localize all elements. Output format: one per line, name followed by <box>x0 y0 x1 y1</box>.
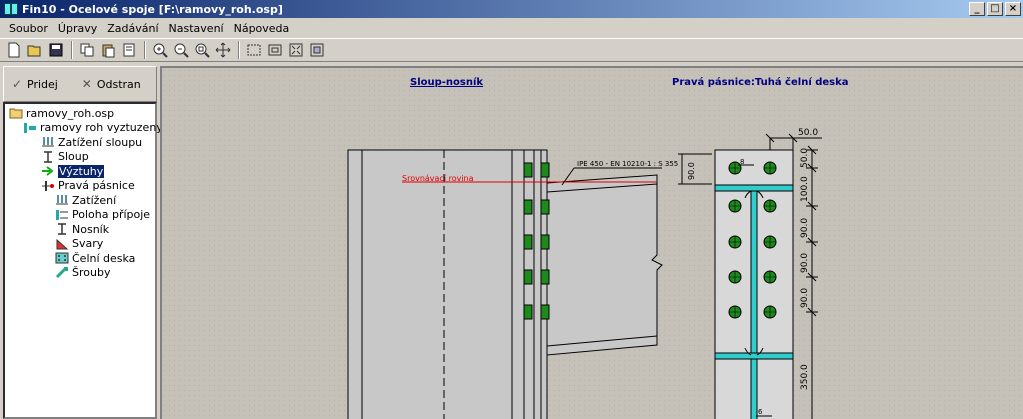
tree-item-right-flange[interactable]: Pravá pásnice <box>9 179 155 194</box>
svg-text:90.0: 90.0 <box>800 253 810 273</box>
minimize-button[interactable]: _ <box>969 2 985 16</box>
tree-item-label: Výztuhy <box>58 164 105 178</box>
zoom-window-icon[interactable] <box>192 40 212 60</box>
tree-node-root[interactable]: ramovy_roh.osp <box>9 106 155 121</box>
menu-nastaveni[interactable]: Nastavení <box>164 22 229 35</box>
title-bar: Fin10 - Ocelové spoje [F:\ramovy_roh.osp… <box>0 0 1023 18</box>
column-icon <box>41 151 55 163</box>
tree-item-bolts[interactable]: Šrouby <box>9 266 155 281</box>
svg-text:350.0: 350.0 <box>800 364 810 390</box>
svg-text:90.0: 90.0 <box>800 288 810 308</box>
menu-napoveda[interactable]: Nápoveda <box>229 22 295 35</box>
properties-icon[interactable] <box>119 40 139 60</box>
left-panel: ✓ Pridej ✕ Odstran ramovy_roh.osp ramovy… <box>3 66 163 419</box>
menu-upravy[interactable]: Úpravy <box>53 22 102 35</box>
paste-icon[interactable] <box>98 40 118 60</box>
svg-text:100.0: 100.0 <box>800 176 810 202</box>
tree-item-label: Poloha přípoje <box>72 208 151 222</box>
load-icon <box>55 194 69 206</box>
menu-bar: Soubor Úpravy Zadávání Nastavení Nápoved… <box>0 19 1023 37</box>
svg-text:50.0: 50.0 <box>800 148 810 168</box>
add-button[interactable]: ✓ Pridej <box>4 72 64 96</box>
heading-column-beam[interactable]: Sloup-nosník <box>410 76 483 88</box>
app-icon <box>4 3 18 15</box>
tree-item-column[interactable]: Sloup <box>9 150 155 165</box>
cross-icon: ✕ <box>81 77 92 91</box>
beam-elevation <box>546 174 663 356</box>
zoom-out-icon[interactable] <box>171 40 191 60</box>
tree-item-label: Svary <box>72 237 104 251</box>
tree-item-position[interactable]: Poloha přípoje <box>9 208 155 223</box>
zoom-extents-icon[interactable] <box>286 40 306 60</box>
folder-icon <box>9 107 23 119</box>
reference-plane-label: Srovnávací rovina <box>402 174 474 183</box>
drawing-canvas[interactable]: Sloup-nosník Pravá pásnice:Tuhá čelní de… <box>160 66 1023 419</box>
check-icon: ✓ <box>11 77 23 91</box>
close-button[interactable]: × <box>1005 2 1021 16</box>
tree-item-label: Pravá pásnice <box>58 179 135 193</box>
svg-text:90.0: 90.0 <box>687 162 696 180</box>
end-plate-icon <box>55 252 69 264</box>
tree-item-end-plate[interactable]: Čelní deska <box>9 251 155 266</box>
weld-icon <box>55 238 69 250</box>
tree-root-label: ramovy_roh.osp <box>26 106 115 120</box>
dims-right: 50.0 100.0 90.0 90.0 90.0 350.0 <box>800 145 818 419</box>
open-file-icon[interactable] <box>25 40 45 60</box>
tree-item-label: Sloup <box>58 150 89 164</box>
load-icon <box>41 136 55 148</box>
flange-icon <box>41 180 55 192</box>
tree-item-label: Čelní deska <box>72 251 136 265</box>
tree-item-stiffeners[interactable]: Výztuhy <box>9 164 155 179</box>
tree-item-column-load[interactable]: Zatížení sloupu <box>9 135 155 150</box>
save-icon[interactable] <box>46 40 66 60</box>
add-label: Pridej <box>27 77 58 91</box>
tree-node-project[interactable]: ramovy roh vyztuzeny <box>9 121 163 136</box>
connection-icon <box>23 122 37 134</box>
dim-top: 50.0 <box>765 128 822 150</box>
tree-item-beam[interactable]: Nosník <box>9 222 155 237</box>
svg-text:90.0: 90.0 <box>800 218 810 238</box>
tree-item-label: Šrouby <box>72 266 111 280</box>
menu-soubor[interactable]: Soubor <box>4 22 53 35</box>
view-frame-icon[interactable] <box>244 40 264 60</box>
tree-item-label: Zatížení <box>72 193 117 207</box>
arrow-green-icon <box>41 165 55 177</box>
copy-icon[interactable] <box>77 40 97 60</box>
tree-item-load[interactable]: Zatížení <box>9 193 155 208</box>
end-plate-view <box>714 149 794 419</box>
bolt-icon <box>55 266 69 279</box>
remove-button[interactable]: ✕ Odstran <box>74 72 147 96</box>
position-icon <box>55 209 69 221</box>
view-normal-icon[interactable] <box>265 40 285 60</box>
tree-actions: ✓ Pridej ✕ Odstran <box>3 66 157 102</box>
project-tree: ramovy_roh.osp ramovy roh vyztuzeny Zatí… <box>3 102 163 419</box>
window-title: Fin10 - Ocelové spoje [F:\ramovy_roh.osp… <box>22 2 283 16</box>
new-file-icon[interactable] <box>4 40 24 60</box>
beam-icon <box>55 223 69 235</box>
remove-label: Odstran <box>96 77 141 91</box>
zoom-in-icon[interactable] <box>150 40 170 60</box>
heading-right-flange: Pravá pásnice:Tuhá čelní deska <box>672 76 849 88</box>
svg-text:50.0: 50.0 <box>798 128 818 138</box>
maximize-button[interactable]: □ <box>987 2 1003 16</box>
dim-left: 90.0 <box>678 153 712 185</box>
tree-item-welds[interactable]: Svary <box>9 237 155 252</box>
tree-item-label: Zatížení sloupu <box>58 135 143 149</box>
column-elevation <box>347 149 548 419</box>
menu-zadavani[interactable]: Zadávání <box>102 22 163 35</box>
tree-item-label: Nosník <box>72 222 110 236</box>
fit-icon[interactable] <box>307 40 327 60</box>
weld-mark-bottom: 6 <box>758 408 763 416</box>
beam-section-label: IPE 450 - EN 10210-1 : S 355 <box>577 160 678 168</box>
toolbar <box>0 38 1023 62</box>
pan-icon[interactable] <box>213 40 233 60</box>
tree-project-label: ramovy roh vyztuzeny <box>40 121 163 135</box>
